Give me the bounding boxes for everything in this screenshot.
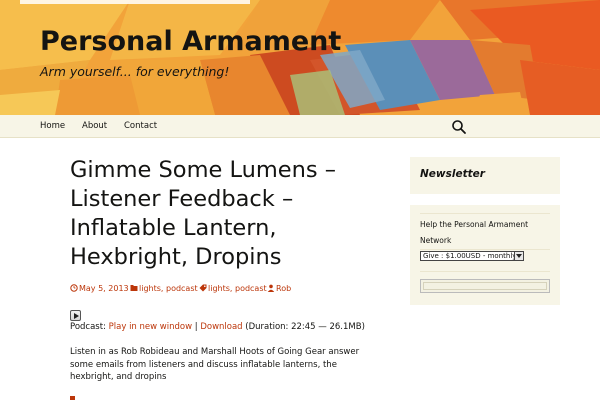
post-date[interactable]: May 5, 2013 [70,284,129,293]
divider [420,213,550,214]
podcast-separator: | [194,322,198,332]
clock-icon [70,284,78,292]
newsletter-widget: Newsletter [410,157,560,194]
download-link[interactable]: Download [200,322,242,332]
nav-item-about[interactable]: About [82,121,107,131]
post-tags-text: lights, podcast [208,284,267,293]
donate-widget: Help the Personal Armament Network Give … [410,205,560,305]
audio-play-button[interactable] [70,310,81,321]
donation-select-value: Give : $1.00USD - monthly [423,252,517,260]
divider [420,249,550,250]
chevron-down-icon [514,252,523,260]
podcast-links: Podcast: Play in new window | Download (… [70,322,365,332]
main-navigation: Home About Contact [0,115,600,138]
post-tags[interactable]: lights, podcast [199,284,267,293]
nav-item-contact[interactable]: Contact [124,121,157,131]
post-title[interactable]: Gimme Some Lumens – Listener Feedback – … [70,156,380,272]
donation-select[interactable]: Give : $1.00USD - monthly [420,251,524,261]
podcast-label: Podcast: [70,322,106,332]
play-new-window-link[interactable]: Play in new window [109,322,192,332]
post-date-text: May 5, 2013 [79,284,129,293]
donate-text: Help the Personal Armament Network [420,220,529,245]
site-title[interactable]: Personal Armament [40,26,341,57]
newsletter-title: Newsletter [420,168,485,180]
post-author[interactable]: Rob [267,284,291,293]
post-categories[interactable]: lights, podcast [130,284,198,293]
podcast-duration: (Duration: 22:45 — 26.1MB) [245,322,365,332]
tag-icon [199,284,207,292]
user-icon [267,284,275,292]
search-icon[interactable] [451,119,467,135]
post-author-text: Rob [276,284,292,293]
divider [420,271,550,272]
donate-button[interactable] [420,279,550,293]
folder-icon [130,285,138,291]
more-icon [70,396,75,400]
site-description: Arm yourself... for everything! [40,64,230,79]
post-excerpt: Listen in as Rob Robideau and Marshall H… [70,347,360,382]
header-banner: Personal Armament Arm yourself... for ev… [0,0,600,115]
post-categories-text: lights, podcast [139,284,198,293]
banner-pattern [0,0,600,115]
nav-item-home[interactable]: Home [40,121,65,131]
